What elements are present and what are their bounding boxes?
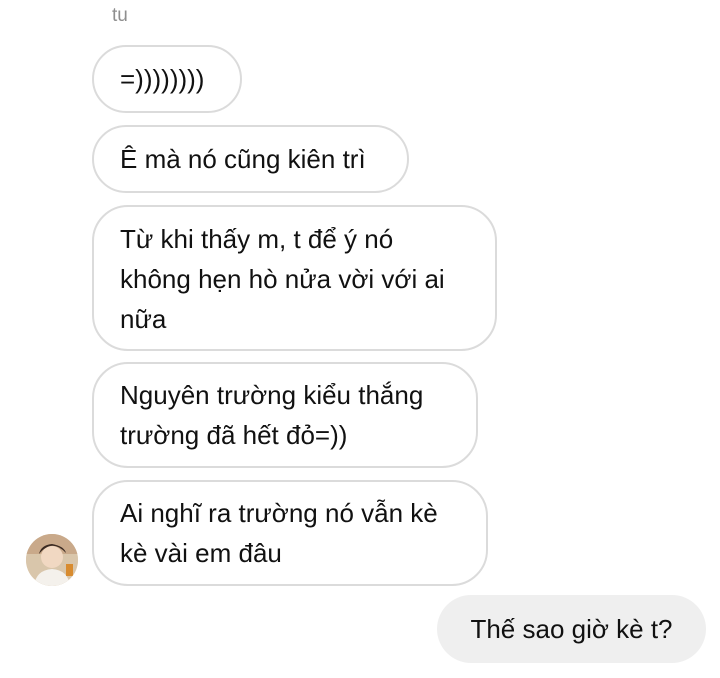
message-text: Từ khi thấy m, t để ý nó không hẹn hò nử… <box>120 224 445 334</box>
message-text: Ê mà nó cũng kiên trì <box>120 144 366 174</box>
message-text: Ai nghĩ ra trường nó vẫn kè kè vài em đâ… <box>120 498 438 568</box>
avatar-image <box>26 534 78 586</box>
message-text: Thế sao giờ kè t? <box>470 614 673 644</box>
incoming-message-bubble[interactable]: Từ khi thấy m, t để ý nó không hẹn hò nử… <box>92 205 497 351</box>
incoming-message-bubble[interactable]: =)))))))) <box>92 45 242 113</box>
message-text: =)))))))) <box>120 64 205 94</box>
profile-avatar-icon[interactable] <box>26 534 78 586</box>
incoming-message-bubble[interactable]: Ai nghĩ ra trường nó vẫn kè kè vài em đâ… <box>92 480 488 586</box>
outgoing-message-bubble[interactable]: Thế sao giờ kè t? <box>437 595 706 663</box>
message-text: Nguyên trường kiểu thắng trường đã hết đ… <box>120 380 424 450</box>
incoming-message-bubble[interactable]: Nguyên trường kiểu thắng trường đã hết đ… <box>92 362 478 468</box>
incoming-message-bubble[interactable]: Ê mà nó cũng kiên trì <box>92 125 409 193</box>
sender-name: tu <box>112 5 128 26</box>
